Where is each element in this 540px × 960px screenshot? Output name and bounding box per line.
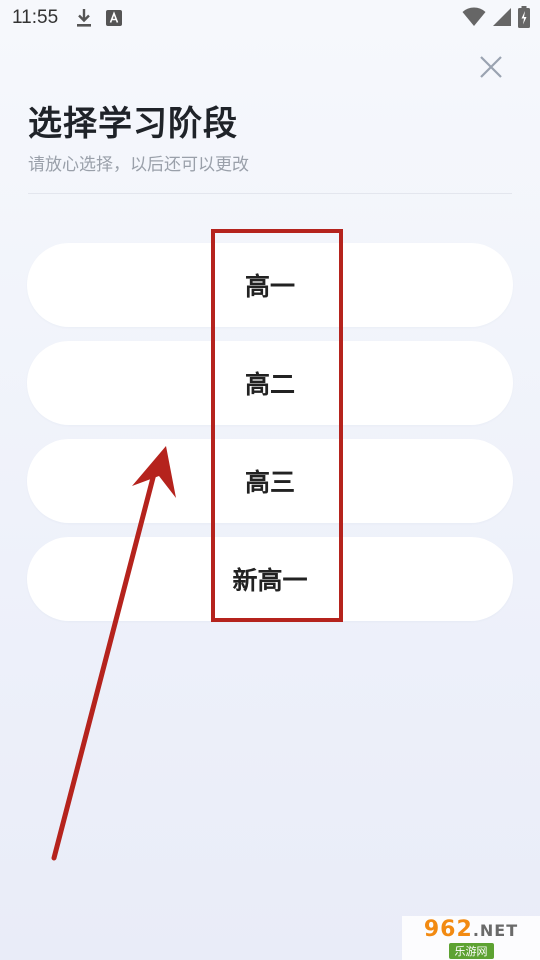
watermark-logo-main: 962 bbox=[423, 917, 473, 942]
annotation-arrow bbox=[51, 446, 176, 861]
watermark-logo-suffix: .NET bbox=[472, 921, 519, 940]
watermark-sub-text: 乐游网 bbox=[448, 943, 494, 959]
watermark-logo: 962.NET 乐游网 bbox=[402, 916, 540, 960]
watermark-logo-text: 962.NET bbox=[424, 917, 518, 942]
